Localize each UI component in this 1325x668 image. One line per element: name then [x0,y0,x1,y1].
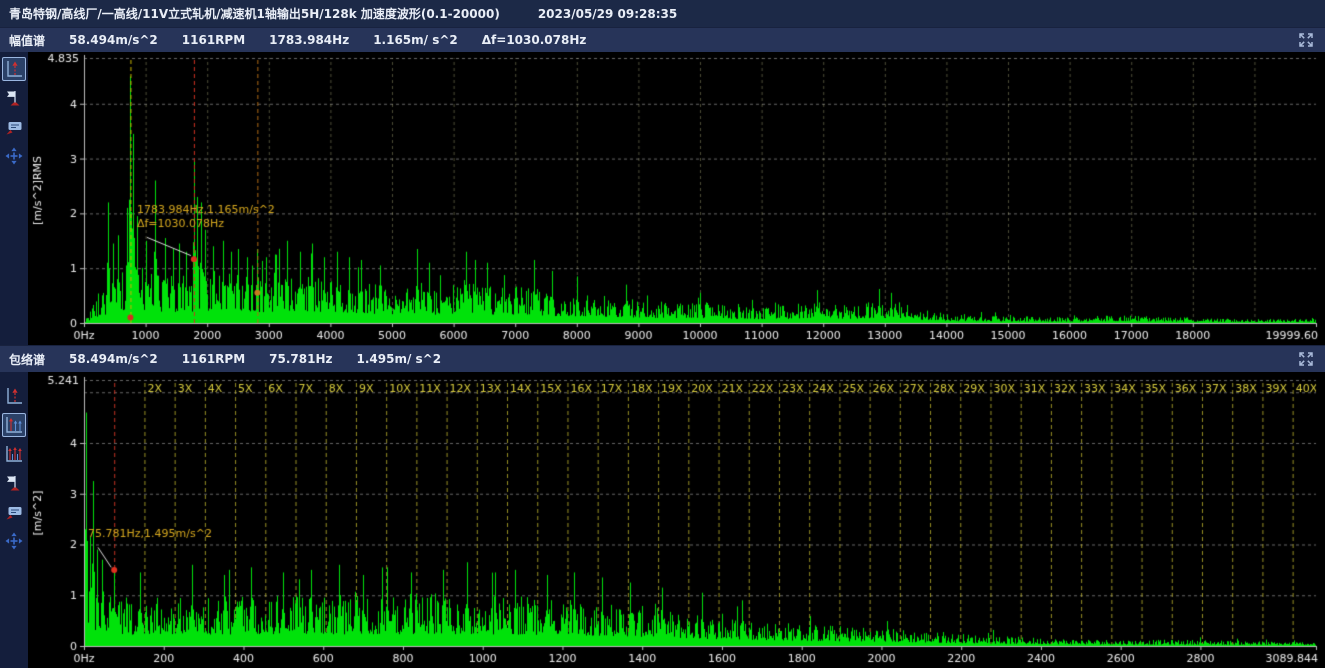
measurement-timestamp: 2023/05/29 09:28:35 [538,7,677,21]
sideband-cursor-icon [4,444,24,464]
panel-title-amplitude: 幅值谱 [9,32,45,49]
main-header: 青岛特钢/高线厂/一高线/11V立式轧机/减速机1轴输出5H/128k 加速度波… [0,0,1325,27]
envelope-panel-body [0,372,1325,668]
amplitude-spectrum-panel: 幅值谱 58.494m/s^2 1161RPM 1783.984Hz 1.165… [0,27,1325,345]
amplitude-panel-header: 幅值谱 58.494m/s^2 1161RPM 1783.984Hz 1.165… [0,27,1325,52]
maximize-icon [1298,32,1314,48]
amplitude-toolbar [0,52,28,345]
envelope-spectrum-chart[interactable] [28,372,1325,668]
amplitude-panel-body [0,52,1325,345]
annotation-label-icon [4,117,24,137]
tool-single-cursor-button[interactable] [2,57,26,81]
speed-rpm-value: 1161RPM [182,33,245,47]
flag-icon [4,473,24,493]
tool-pan-button[interactable] [2,144,26,168]
tool-harmonic-cursor-button[interactable] [2,413,26,437]
envelope-overall-rms-value: 58.494m/s^2 [69,352,158,366]
maximize-panel-button[interactable] [1295,350,1317,368]
flag-icon [4,88,24,108]
cursor-amplitude-value: 1.165m/ s^2 [373,33,458,47]
harmonic-cursor-icon [4,415,24,435]
tool-pan-button[interactable] [2,529,26,553]
vibration-analysis-app: 青岛特钢/高线厂/一高线/11V立式轧机/减速机1轴输出5H/128k 加速度波… [0,0,1325,668]
maximize-icon [1298,351,1314,367]
amplitude-spectrum-chart[interactable] [28,52,1325,345]
tool-annotation-button[interactable] [2,115,26,139]
tool-flag-button[interactable] [2,471,26,495]
envelope-cursor-amplitude-value: 1.495m/ s^2 [356,352,441,366]
delta-frequency-value: Δf=1030.078Hz [482,33,587,47]
envelope-spectrum-panel: 包络谱 58.494m/s^2 1161RPM 75.781Hz 1.495m/… [0,345,1325,668]
single-cursor-icon [4,59,24,79]
maximize-panel-button[interactable] [1295,31,1317,49]
cursor-frequency-value: 1783.984Hz [269,33,349,47]
pan-move-icon [4,531,24,551]
tool-sideband-cursor-button[interactable] [2,442,26,466]
pan-move-icon [4,146,24,166]
envelope-panel-header: 包络谱 58.494m/s^2 1161RPM 75.781Hz 1.495m/… [0,345,1325,372]
envelope-toolbar [0,372,28,668]
annotation-label-icon [4,502,24,522]
envelope-cursor-frequency-value: 75.781Hz [269,352,332,366]
measurement-path-title: 青岛特钢/高线厂/一高线/11V立式轧机/减速机1轴输出5H/128k 加速度波… [9,5,500,22]
tool-annotation-button[interactable] [2,500,26,524]
overall-rms-value: 58.494m/s^2 [69,33,158,47]
envelope-speed-rpm-value: 1161RPM [182,352,245,366]
single-cursor-icon [4,386,24,406]
tool-flag-button[interactable] [2,86,26,110]
panel-title-envelope: 包络谱 [9,351,45,368]
tool-single-cursor-button[interactable] [2,384,26,408]
